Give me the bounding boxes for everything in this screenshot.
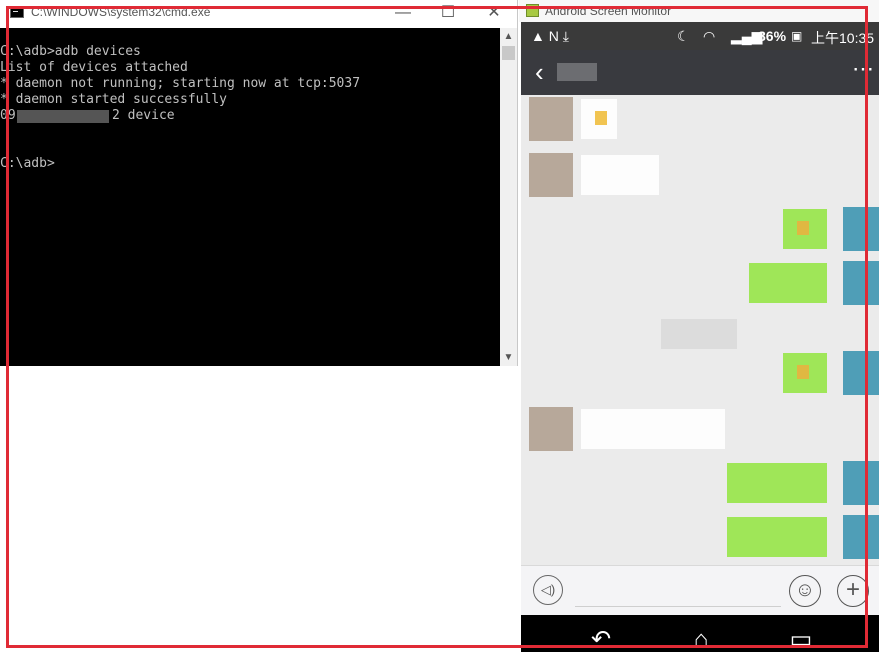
message-input[interactable]: [575, 606, 781, 607]
cmd-console[interactable]: C:\adb>adb devices List of devices attac…: [0, 28, 500, 366]
scroll-down-icon[interactable]: ▼: [500, 349, 517, 366]
moon-icon: ☾: [677, 28, 690, 44]
cmd-scrollbar[interactable]: ▲ ▼: [500, 28, 517, 366]
maximize-button[interactable]: ☐: [433, 2, 463, 24]
contact-avatar[interactable]: [529, 97, 573, 141]
nav-back-icon[interactable]: ↶: [581, 625, 621, 655]
outgoing-message-bubble[interactable]: [749, 263, 827, 303]
incoming-message-bubble[interactable]: [581, 155, 659, 195]
console-line: * daemon started successfully: [0, 92, 227, 107]
chat-header: ‹ ⋯: [521, 50, 879, 95]
contact-avatar[interactable]: [529, 407, 573, 451]
scroll-thumb[interactable]: [502, 46, 515, 60]
outgoing-message-bubble[interactable]: [727, 463, 827, 503]
console-line-device: 2 device: [112, 108, 175, 123]
close-button[interactable]: ✕: [479, 2, 509, 24]
desktop-strip: [0, 652, 879, 667]
console-line-serial-prefix: 09: [0, 108, 16, 123]
self-avatar[interactable]: [843, 515, 879, 559]
console-line: List of devices attached: [0, 60, 188, 75]
message-input-bar: ◁) ☺ +: [521, 565, 879, 615]
voice-input-icon[interactable]: ◁): [533, 575, 563, 605]
self-avatar[interactable]: [843, 351, 879, 395]
outgoing-message-bubble[interactable]: [783, 209, 827, 249]
incoming-message-bubble[interactable]: [581, 409, 725, 449]
cmd-window: C:\WINDOWS\system32\cmd.exe — ☐ ✕ C:\adb…: [0, 0, 518, 366]
system-message: [661, 319, 737, 349]
contact-avatar[interactable]: [529, 153, 573, 197]
minimize-button[interactable]: —: [388, 2, 418, 24]
battery-charging-icon: ▣: [791, 29, 803, 43]
console-line: C:\adb>adb devices: [0, 44, 141, 59]
phone-status-bar: ▲ N ⤓ ☾ ◠ ▂▄▆ 86% ▣ 上午10:35: [521, 22, 879, 50]
cmd-app-icon: [10, 8, 24, 18]
sticker-icon: [797, 221, 809, 235]
asm-title-bar[interactable]: Android Screen Monitor: [519, 0, 879, 22]
sticker-icon: [595, 111, 607, 125]
contact-name-redacted: [557, 63, 597, 81]
nav-home-icon[interactable]: ⌂: [681, 625, 721, 655]
incoming-message-bubble[interactable]: [581, 99, 617, 139]
sticker-icon: [797, 365, 809, 379]
asm-app-icon: [526, 4, 539, 17]
cmd-title-bar[interactable]: C:\WINDOWS\system32\cmd.exe — ☐ ✕: [0, 0, 517, 27]
chat-message-list[interactable]: [521, 95, 879, 565]
android-screen-monitor-window: Android Screen Monitor ▲ N ⤓ ☾ ◠ ▂▄▆ 86%…: [519, 0, 879, 667]
nav-recent-apps-icon[interactable]: ▭: [781, 625, 821, 655]
cmd-window-title: C:\WINDOWS\system32\cmd.exe: [31, 5, 211, 19]
status-time: 上午10:35: [811, 30, 875, 46]
outgoing-message-bubble[interactable]: [783, 353, 827, 393]
back-arrow-icon[interactable]: ‹: [535, 57, 544, 87]
serial-redaction: [17, 110, 109, 123]
plus-icon[interactable]: +: [837, 575, 869, 607]
self-avatar[interactable]: [843, 207, 879, 251]
more-options-icon[interactable]: ⋯: [852, 56, 875, 82]
scroll-up-icon[interactable]: ▲: [500, 28, 517, 45]
self-avatar[interactable]: [843, 261, 879, 305]
notification-icons: ▲ N ⤓: [531, 28, 569, 44]
console-line: * daemon not running; starting now at tc…: [0, 76, 361, 91]
battery-level: 86%: [758, 28, 787, 44]
console-prompt: C:\adb>: [0, 156, 55, 171]
self-avatar[interactable]: [843, 461, 879, 505]
wifi-icon: ◠: [703, 28, 716, 44]
emoji-icon[interactable]: ☺: [789, 575, 821, 607]
outgoing-message-bubble[interactable]: [727, 517, 827, 557]
asm-window-title: Android Screen Monitor: [545, 4, 672, 18]
